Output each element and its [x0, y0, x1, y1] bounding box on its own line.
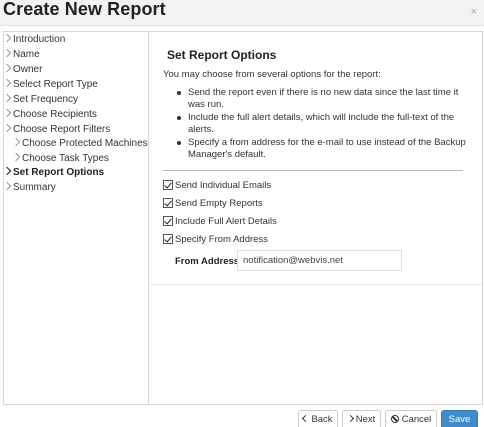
sidebar-item-label: Choose Recipients	[13, 109, 97, 120]
include-full-alert-details-checkbox[interactable]	[163, 216, 173, 226]
sidebar-item-label: Name	[13, 49, 40, 60]
ban-icon	[390, 415, 399, 423]
include-full-alert-details-option[interactable]: Include Full Alert Details	[163, 216, 277, 228]
dialog-title: Create New Report	[3, 0, 166, 19]
chevron-right-icon	[2, 181, 12, 191]
checkbox-label: Send Individual Emails	[175, 180, 272, 191]
wizard-content: Set Report Options You may choose from s…	[150, 32, 482, 404]
send-empty-reports-checkbox[interactable]	[163, 198, 173, 208]
chevron-right-icon	[2, 48, 12, 58]
chevron-right-icon	[11, 152, 21, 162]
sidebar-item-choose-recipients[interactable]: Choose Recipients	[2, 108, 97, 123]
send-individual-emails-checkbox[interactable]	[163, 180, 173, 190]
checkbox-label: Include Full Alert Details	[175, 216, 277, 227]
sidebar-item-set-report-options[interactable]: Set Report Options	[2, 166, 105, 181]
wizard-sidebar: Introduction Name Owner Select Report Ty…	[2, 32, 149, 404]
sidebar-item-choose-task-types[interactable]: Choose Task Types	[11, 152, 109, 167]
chevron-right-icon	[2, 166, 12, 176]
next-button[interactable]: Next	[342, 410, 381, 427]
sidebar-item-select-report-type[interactable]: Select Report Type	[2, 78, 98, 93]
chevron-right-icon	[346, 414, 354, 423]
dialog-titlebar: Create New Report ×	[0, 0, 484, 26]
sidebar-item-name[interactable]: Name	[2, 48, 40, 63]
options-description-list: Send the report even if there is no new …	[176, 87, 466, 162]
sidebar-item-introduction[interactable]: Introduction	[2, 33, 66, 48]
chevron-right-icon	[2, 108, 12, 118]
sidebar-item-label: Set Frequency	[13, 94, 79, 105]
divider	[163, 170, 463, 171]
back-button-label: Back	[311, 414, 333, 425]
sidebar-item-choose-report-filters[interactable]: Choose Report Filters	[2, 123, 111, 138]
next-button-label: Next	[355, 414, 376, 425]
send-empty-reports-option[interactable]: Send Empty Reports	[163, 198, 263, 210]
sidebar-item-set-frequency[interactable]: Set Frequency	[2, 93, 79, 108]
specify-from-address-option[interactable]: Specify From Address	[163, 234, 268, 246]
sidebar-item-label: Introduction	[13, 34, 66, 45]
chevron-right-icon	[2, 33, 12, 43]
checkbox-label: Send Empty Reports	[175, 198, 263, 209]
options-section: Set Report Options You may choose from s…	[150, 32, 482, 285]
cancel-button-label: Cancel	[401, 414, 432, 425]
chevron-right-icon	[2, 93, 12, 103]
sidebar-item-owner[interactable]: Owner	[2, 63, 43, 78]
checkbox-label: Specify From Address	[175, 234, 268, 245]
chevron-left-icon	[302, 414, 310, 423]
cancel-button[interactable]: Cancel	[385, 410, 437, 427]
chevron-right-icon	[2, 78, 12, 88]
chevron-right-icon	[2, 63, 12, 73]
send-individual-emails-option[interactable]: Send Individual Emails	[163, 180, 271, 192]
section-title: Set Report Options	[167, 48, 277, 62]
specify-from-address-checkbox[interactable]	[163, 234, 173, 244]
intro-text: You may choose from several options for …	[163, 69, 381, 80]
description-bullet: Specify a from address for the e-mail to…	[176, 137, 466, 161]
sidebar-item-label: Select Report Type	[13, 79, 98, 90]
sidebar-item-label: Choose Task Types	[22, 153, 109, 164]
from-address-input[interactable]: notification@webvis.net	[237, 250, 402, 271]
sidebar-item-label: Set Report Options	[13, 167, 105, 178]
back-button[interactable]: Back	[298, 410, 338, 427]
sidebar-item-label: Choose Protected Machines	[22, 138, 148, 149]
sidebar-item-label: Summary	[13, 182, 56, 193]
sidebar-item-summary[interactable]: Summary	[2, 181, 56, 196]
sidebar-item-label: Choose Report Filters	[13, 124, 111, 135]
save-button[interactable]: Save	[441, 410, 478, 427]
sidebar-item-choose-protected-machines[interactable]: Choose Protected Machines	[11, 137, 148, 152]
description-bullet: Include the full alert details, which wi…	[176, 112, 466, 136]
description-bullet: Send the report even if there is no new …	[176, 87, 466, 111]
wizard-panel: Introduction Name Owner Select Report Ty…	[2, 31, 483, 405]
sidebar-item-label: Owner	[13, 64, 43, 75]
close-icon[interactable]: ×	[471, 6, 477, 18]
chevron-right-icon	[2, 123, 12, 133]
chevron-right-icon	[11, 137, 21, 147]
from-address-label: From Address	[175, 256, 240, 267]
